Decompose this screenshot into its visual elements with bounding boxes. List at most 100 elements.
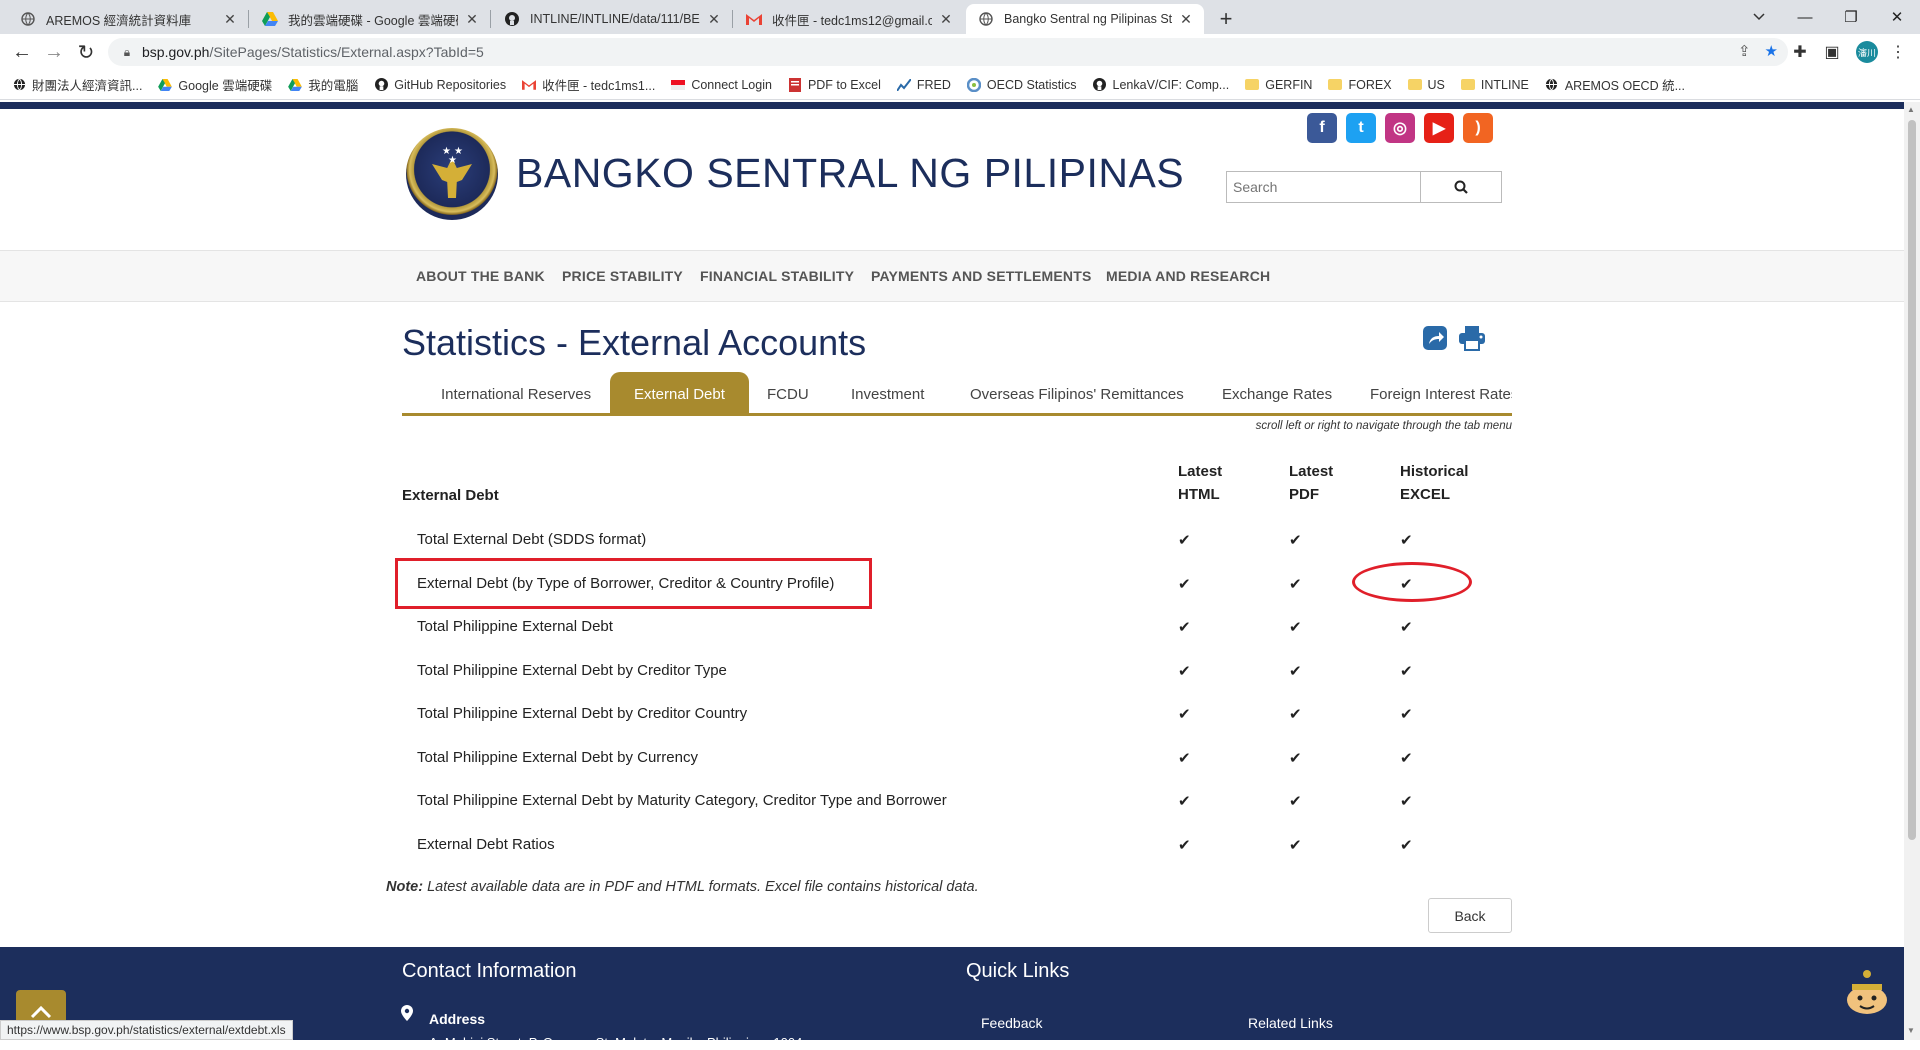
tab-investment[interactable]: Investment (851, 386, 924, 403)
download-pdf-check-icon[interactable]: ✔ (1289, 531, 1302, 549)
minimize-button[interactable]: — (1782, 0, 1828, 34)
bookmarks-bar: 財團法人經濟資訊... Google 雲端硬碟 我的電腦 GitHub Reposit… (0, 70, 1920, 100)
download-html-check-icon[interactable]: ✔ (1178, 705, 1191, 723)
browser-tab[interactable]: 收件匣 - tedc1ms12@gmail.com ✕ (734, 4, 964, 34)
profile-avatar[interactable]: 瀋川 (1856, 41, 1878, 63)
tab-fcdu[interactable]: FCDU (767, 386, 809, 403)
bookmark-item[interactable]: INTLINE (1460, 78, 1529, 92)
forward-arrow-icon[interactable]: → (40, 38, 68, 66)
bookmark-item[interactable]: FRED (896, 78, 951, 92)
tab-exchange-rates[interactable]: Exchange Rates (1222, 386, 1332, 403)
nav-payments-and-settlements[interactable]: PAYMENTS AND SETTLEMENTS (871, 268, 1092, 284)
download-excel-check-icon[interactable]: ✔ (1400, 836, 1413, 854)
download-html-check-icon[interactable]: ✔ (1178, 531, 1191, 549)
bookmark-star-icon[interactable]: ★ (1765, 42, 1778, 60)
bookmark-label: GitHub Repositories (394, 77, 507, 92)
instagram-icon[interactable]: ◎ (1385, 113, 1415, 143)
nav-about-the-bank[interactable]: ABOUT THE BANK (416, 268, 545, 284)
search-button[interactable] (1421, 172, 1501, 202)
download-html-check-icon[interactable]: ✔ (1178, 662, 1191, 680)
youtube-icon[interactable]: ▶ (1424, 113, 1454, 143)
close-icon[interactable]: ✕ (222, 11, 238, 28)
footer-link-feedback[interactable]: Feedback (981, 1015, 1042, 1031)
facebook-icon[interactable]: f (1307, 113, 1337, 143)
footer-link-related[interactable]: Related Links (1248, 1015, 1333, 1031)
download-pdf-check-icon[interactable]: ✔ (1289, 618, 1302, 636)
twitter-icon[interactable]: t (1346, 113, 1376, 143)
bookmark-item[interactable]: 我的電腦 (288, 75, 358, 94)
close-icon[interactable]: ✕ (1178, 11, 1194, 28)
address-bar[interactable]: 🔒︎ bsp.gov.ph/SitePages/Statistics/Exter… (108, 38, 1788, 66)
download-pdf-check-icon[interactable]: ✔ (1289, 662, 1302, 680)
bookmark-item[interactable]: 財團法人經濟資訊... (12, 75, 142, 94)
bookmark-item[interactable]: OECD Statistics (966, 77, 1077, 92)
nav-price-stability[interactable]: PRICE STABILITY (562, 268, 683, 284)
side-panel-icon[interactable]: ▣ (1818, 38, 1846, 66)
reload-icon[interactable]: ↻ (72, 38, 100, 66)
bookmark-item[interactable]: LenkaV/CIF: Comp... (1093, 78, 1229, 92)
browser-tab-active[interactable]: Bangko Sentral ng Pilipinas Sta ✕ (966, 4, 1204, 34)
bookmark-item[interactable]: Connect Login (671, 78, 772, 92)
close-icon[interactable]: ✕ (938, 11, 954, 28)
tab-ofw-remittances[interactable]: Overseas Filipinos' Remittances (970, 386, 1184, 403)
rss-icon[interactable]: ) (1463, 113, 1493, 143)
browser-tab[interactable]: INTLINE/INTLINE/data/111/BEA ✕ (492, 4, 732, 34)
close-icon[interactable]: ✕ (464, 11, 480, 28)
window-close-button[interactable]: ✕ (1874, 0, 1920, 34)
bsp-seal-logo[interactable]: ★ ★ ★ (406, 128, 498, 220)
download-html-check-icon[interactable]: ✔ (1178, 575, 1191, 593)
tab-foreign-interest-rates[interactable]: Foreign Interest Rates (1370, 386, 1512, 403)
site-title[interactable]: BANGKO SENTRAL NG PILIPINAS (516, 150, 1184, 197)
extensions-icon[interactable]: ✚ (1786, 38, 1814, 66)
new-tab-button[interactable]: + (1212, 5, 1240, 33)
close-icon[interactable]: ✕ (706, 11, 722, 28)
nav-media-and-research[interactable]: MEDIA AND RESEARCH (1106, 268, 1270, 284)
share-icon[interactable] (1421, 324, 1449, 352)
browser-tab[interactable]: 我的雲端硬碟 - Google 雲端硬碟 ✕ (250, 4, 490, 34)
download-pdf-check-icon[interactable]: ✔ (1289, 836, 1302, 854)
address-text: A. Mabini Street, P. Ocampo St, Malate, … (429, 1035, 803, 1050)
tab-international-reserves[interactable]: International Reserves (441, 386, 591, 403)
download-excel-check-icon[interactable]: ✔ (1400, 531, 1413, 549)
bookmark-item[interactable]: US (1407, 78, 1445, 92)
scrollbar-thumb[interactable] (1908, 120, 1916, 840)
tab-search-button[interactable] (1736, 0, 1782, 34)
browser-tab[interactable]: AREMOS 經濟統計資料庫 ✕ (8, 4, 248, 34)
bookmark-item[interactable]: AREMOS OECD 統... (1545, 75, 1685, 94)
download-html-check-icon[interactable]: ✔ (1178, 836, 1191, 854)
page-scrollbar[interactable]: ▲ ▼ (1904, 102, 1920, 1040)
download-html-check-icon[interactable]: ✔ (1178, 618, 1191, 636)
back-button[interactable]: Back (1428, 898, 1512, 933)
github-icon (374, 78, 388, 92)
print-icon[interactable] (1458, 324, 1486, 352)
download-excel-check-icon[interactable]: ✔ (1400, 618, 1413, 636)
bookmark-item[interactable]: PDF to Excel (788, 77, 881, 92)
tab-external-debt[interactable]: External Debt (610, 372, 749, 413)
table-row-label: Total Philippine External Debt by Credit… (417, 705, 748, 722)
address-label: Address (429, 1011, 486, 1027)
download-pdf-check-icon[interactable]: ✔ (1289, 575, 1302, 593)
download-excel-check-icon[interactable]: ✔ (1400, 749, 1413, 767)
download-excel-check-icon[interactable]: ✔ (1400, 705, 1413, 723)
bookmark-item[interactable]: FOREX (1328, 78, 1392, 92)
download-html-check-icon[interactable]: ✔ (1178, 792, 1191, 810)
nav-financial-stability[interactable]: FINANCIAL STABILITY (700, 268, 854, 284)
bookmark-item[interactable]: GERFIN (1245, 78, 1312, 92)
download-pdf-check-icon[interactable]: ✔ (1289, 749, 1302, 767)
bookmark-item[interactable]: Google 雲端硬碟 (158, 75, 272, 94)
pdf-icon (788, 77, 802, 92)
back-arrow-icon[interactable]: ← (8, 38, 36, 66)
download-excel-check-icon[interactable]: ✔ (1400, 662, 1413, 680)
bookmark-item[interactable]: GitHub Repositories (374, 78, 506, 92)
search-input[interactable] (1227, 172, 1421, 202)
download-html-check-icon[interactable]: ✔ (1178, 749, 1191, 767)
download-pdf-check-icon[interactable]: ✔ (1289, 705, 1302, 723)
download-excel-check-icon[interactable]: ✔ (1400, 792, 1413, 810)
restore-button[interactable]: ❐ (1828, 0, 1874, 34)
bookmark-item[interactable]: 收件匣 - tedc1ms1... (522, 75, 655, 94)
bookmark-label: Google 雲端硬碟 (178, 79, 273, 93)
share-icon[interactable]: ⇪ (1738, 42, 1751, 60)
menu-kebab-icon[interactable]: ⋮ (1884, 38, 1912, 66)
chatbot-mascot-icon[interactable] (1840, 960, 1894, 1016)
download-pdf-check-icon[interactable]: ✔ (1289, 792, 1302, 810)
